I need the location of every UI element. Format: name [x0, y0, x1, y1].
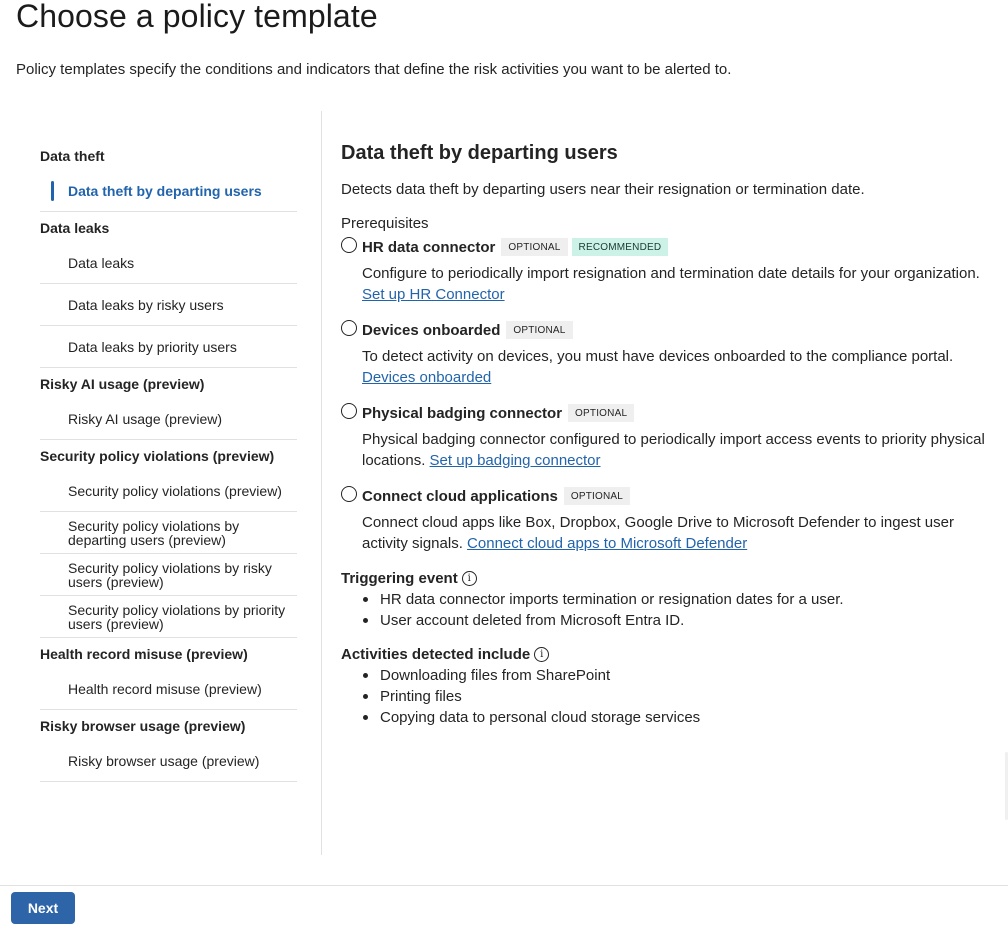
nav-item-label: Health record misuse (preview): [68, 680, 262, 697]
prereq-description: Connect cloud apps like Box, Dropbox, Go…: [362, 512, 1001, 554]
setup-badging-connector-link[interactable]: Set up badging connector: [430, 452, 601, 469]
template-detail-panel: Data theft by departing users Detects da…: [341, 140, 1001, 728]
optional-tag: OPTIONAL: [501, 238, 568, 256]
info-icon[interactable]: i: [534, 647, 550, 662]
nav-item-risky-ai-usage[interactable]: Risky AI usage (preview): [40, 398, 297, 440]
nav-group-title: Risky AI usage (preview): [40, 376, 205, 392]
footer-divider: [0, 885, 1008, 886]
prereq-name: HR data connector: [362, 238, 496, 256]
prereq-header: Physical badging connector OPTIONAL: [341, 402, 1001, 424]
nav-item-data-leaks-by-risky-users[interactable]: Data leaks by risky users: [40, 284, 297, 326]
next-button[interactable]: Next: [11, 892, 75, 924]
devices-onboarded-link[interactable]: Devices onboarded: [362, 369, 491, 386]
nav-group-security-policy-violations: Security policy violations (preview) Sec…: [40, 440, 297, 638]
activities-list: Downloading files from SharePoint Printi…: [361, 665, 1001, 728]
list-item: Downloading files from SharePoint: [361, 665, 1001, 686]
nav-group-title: Risky browser usage (preview): [40, 718, 246, 734]
prereq-name: Devices onboarded: [362, 321, 501, 339]
nav-item-data-theft-by-departing-users[interactable]: Data theft by departing users: [40, 170, 297, 212]
optional-tag: OPTIONAL: [506, 321, 573, 339]
prereq-name: Connect cloud applications: [362, 487, 558, 505]
nav-item-security-policy-violations[interactable]: Security policy violations (preview): [40, 470, 297, 512]
prereq-connect-cloud-applications: Connect cloud applications OPTIONAL Conn…: [341, 485, 1001, 554]
prereq-devices-onboarded: Devices onboarded OPTIONAL To detect act…: [341, 319, 1001, 388]
nav-item-security-policy-violations-departing[interactable]: Security policy violations by departing …: [40, 512, 297, 554]
nav-item-label: Data leaks by priority users: [68, 338, 237, 355]
nav-group-title: Security policy violations (preview): [40, 448, 275, 464]
nav-item-security-policy-violations-risky[interactable]: Security policy violations by risky user…: [40, 554, 297, 596]
triggering-event-label: Triggering event: [341, 570, 458, 587]
detail-title: Data theft by departing users: [341, 142, 618, 164]
prereq-header: HR data connector OPTIONAL RECOMMENDED: [341, 236, 1001, 258]
radio-icon[interactable]: [341, 403, 357, 419]
nav-item-health-record-misuse[interactable]: Health record misuse (preview): [40, 668, 297, 710]
activities-heading: Activities detected include i: [341, 646, 1001, 663]
nav-item-label: Security policy violations by departing …: [68, 517, 240, 548]
nav-group-data-leaks: Data leaks Data leaks Data leaks by risk…: [40, 212, 297, 368]
list-item: HR data connector imports termination or…: [361, 589, 1001, 610]
page-description: Policy templates specify the conditions …: [16, 61, 732, 78]
prereq-text: Configure to periodically import resigna…: [362, 265, 980, 282]
info-icon[interactable]: i: [461, 571, 477, 586]
list-item: User account deleted from Microsoft Entr…: [361, 610, 1001, 631]
radio-icon[interactable]: [341, 486, 357, 502]
prereq-description: To detect activity on devices, you must …: [362, 346, 1001, 388]
prereq-description: Configure to periodically import resigna…: [362, 263, 1001, 305]
prereq-header: Connect cloud applications OPTIONAL: [341, 485, 1001, 507]
nav-item-data-leaks-by-priority-users[interactable]: Data leaks by priority users: [40, 326, 297, 368]
nav-item-label: Data leaks by risky users: [68, 296, 224, 313]
optional-tag: OPTIONAL: [563, 487, 631, 505]
nav-item-label: Security policy violations by priority u…: [68, 601, 286, 632]
prereq-text: To detect activity on devices, you must …: [362, 348, 954, 365]
nav-item-security-policy-violations-priority[interactable]: Security policy violations by priority u…: [40, 596, 297, 638]
nav-group-title: Data leaks: [40, 220, 110, 236]
recommended-tag: RECOMMENDED: [571, 238, 669, 256]
list-item: Printing files: [361, 686, 1001, 707]
activities-label: Activities detected include: [341, 646, 531, 663]
prereq-physical-badging-connector: Physical badging connector OPTIONAL Phys…: [341, 402, 1001, 471]
nav-item-data-leaks[interactable]: Data leaks: [40, 242, 297, 284]
prereq-description: Physical badging connector configured to…: [362, 429, 1001, 471]
prereq-name: Physical badging connector: [362, 404, 563, 422]
prerequisites-label: Prerequisites: [341, 215, 429, 232]
nav-item-label: Risky AI usage (preview): [68, 410, 223, 427]
vertical-divider: [321, 111, 322, 855]
nav-group-title: Health record misuse (preview): [40, 646, 248, 662]
nav-item-label: Security policy violations (preview): [68, 482, 282, 499]
connect-cloud-apps-link[interactable]: Connect cloud apps to Microsoft Defender: [467, 535, 747, 552]
nav-item-label: Risky browser usage (preview): [68, 752, 260, 769]
radio-icon[interactable]: [341, 237, 357, 253]
nav-group-data-theft: Data theft Data theft by departing users: [40, 140, 297, 212]
optional-tag: OPTIONAL: [568, 404, 635, 422]
list-item: Copying data to personal cloud storage s…: [361, 707, 1001, 728]
nav-item-label: Data leaks: [68, 254, 135, 271]
triggering-event-list: HR data connector imports termination or…: [361, 589, 1001, 631]
nav-group-risky-browser-usage: Risky browser usage (preview) Risky brow…: [40, 710, 297, 782]
template-nav: Data theft Data theft by departing users…: [40, 140, 297, 782]
nav-group-health-record-misuse: Health record misuse (preview) Health re…: [40, 638, 297, 710]
nav-item-label: Security policy violations by risky user…: [68, 559, 272, 590]
prereq-hr-data-connector: HR data connector OPTIONAL RECOMMENDED C…: [341, 236, 1001, 305]
nav-group-title: Data theft: [40, 148, 105, 164]
nav-item-risky-browser-usage[interactable]: Risky browser usage (preview): [40, 740, 297, 782]
nav-item-label: Data theft by departing users: [68, 182, 262, 199]
setup-hr-connector-link[interactable]: Set up HR Connector: [362, 286, 505, 303]
radio-icon[interactable]: [341, 320, 357, 336]
triggering-event-heading: Triggering event i: [341, 570, 1001, 587]
selection-indicator: [51, 181, 54, 201]
prereq-header: Devices onboarded OPTIONAL: [341, 319, 1001, 341]
nav-group-risky-ai-usage: Risky AI usage (preview) Risky AI usage …: [40, 368, 297, 440]
page-title: Choose a policy template: [16, 0, 378, 34]
detail-description: Detects data theft by departing users ne…: [341, 181, 865, 198]
